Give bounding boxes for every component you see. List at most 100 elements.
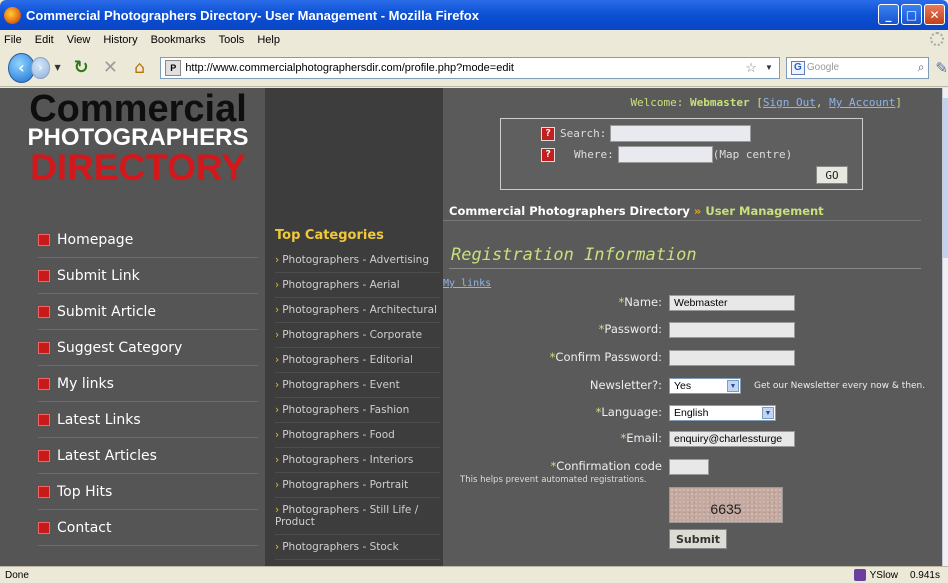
scrollbar-thumb[interactable] (943, 98, 948, 258)
window-title: Commercial Photographers Directory- User… (26, 7, 479, 23)
name-label: *Name: (618, 295, 662, 309)
nav-submit-article[interactable]: Submit Article (38, 294, 258, 330)
vertical-scrollbar[interactable] (942, 88, 948, 566)
search-input[interactable] (610, 125, 752, 142)
my-account-link[interactable]: My Account (829, 96, 895, 109)
menu-edit[interactable]: Edit (35, 34, 54, 46)
forward-button[interactable]: › (30, 56, 51, 79)
status-text: Done (5, 569, 29, 581)
chevron-down-icon[interactable]: ▼ (727, 380, 739, 392)
category-link[interactable]: Photographers - Aerial (275, 273, 440, 298)
logo-line-commercial: Commercial (29, 88, 247, 130)
help-question-icon[interactable]: ? (541, 126, 555, 141)
category-link[interactable]: Photographers - Editorial (275, 348, 440, 373)
nav-bullet-icon (38, 233, 50, 246)
confirmation-code-label: *Confirmation code (550, 459, 662, 473)
edit-icon[interactable]: ✎ (935, 59, 948, 77)
email-label: *Email: (620, 431, 662, 445)
nav-my-links[interactable]: My links (38, 366, 258, 402)
password-label: *Password: (598, 322, 662, 336)
nav-top-hits[interactable]: Top Hits (38, 474, 258, 510)
welcome-prefix: Welcome: (630, 96, 684, 109)
logo-line-directory: DIRECTORY (30, 147, 246, 188)
newsletter-select[interactable]: Yes ▼ (669, 378, 741, 394)
category-link[interactable]: Photographers - Portrait (275, 473, 440, 498)
submit-button[interactable]: Submit (669, 529, 727, 549)
throbber-icon (930, 32, 944, 46)
sign-out-link[interactable]: Sign Out (763, 96, 816, 109)
newsletter-label: Newsletter?: (589, 378, 662, 392)
google-engine-icon[interactable]: G (790, 60, 805, 75)
email-row: *Email: enquiry@charlessturge (443, 431, 942, 451)
page-title: Registration Information (451, 245, 697, 265)
category-link[interactable]: Photographers - Fashion (275, 398, 440, 423)
close-button[interactable]: ✕ (924, 4, 945, 25)
category-link[interactable]: Photographers - Corporate (275, 323, 440, 348)
yslow-icon (853, 569, 866, 581)
load-time: 0.941s (909, 569, 940, 581)
search-placeholder: Google (806, 62, 840, 73)
category-link[interactable]: Photographers - Event (275, 373, 440, 398)
category-link[interactable]: Photographers - Still Life / Product (275, 498, 440, 535)
search-engine-box[interactable]: G Google ⌕ (785, 56, 930, 79)
menu-view[interactable]: View (67, 34, 91, 46)
bookmark-star-icon[interactable]: ☆ (745, 60, 757, 76)
menu-bookmarks[interactable]: Bookmarks (151, 34, 206, 46)
breadcrumb-separator: » (693, 204, 702, 218)
magnifier-icon[interactable]: ⌕ (918, 60, 925, 75)
help-question-icon[interactable]: ? (541, 147, 555, 162)
site-search-panel: ? Search: ? Where: (Map centre) GO (500, 118, 863, 190)
history-dropdown-icon[interactable]: ▼ (54, 63, 60, 72)
search-label: Search: (560, 127, 607, 140)
nav-latest-articles[interactable]: Latest Articles (38, 438, 258, 474)
status-bar: Done YSlow 0.941s (0, 566, 948, 583)
category-link[interactable]: Photographers - Food (275, 423, 440, 448)
divider (449, 268, 921, 269)
menu-tools[interactable]: Tools (219, 34, 245, 46)
menu-history[interactable]: History (103, 34, 137, 46)
where-input[interactable] (617, 146, 713, 163)
nav-homepage[interactable]: Homepage (38, 222, 258, 258)
yslow-indicator[interactable]: YSlow (853, 569, 898, 581)
navigation-toolbar: ‹ › ▼ ↻ ✕ ⌂ P http://www.commercialphoto… (0, 49, 948, 87)
welcome-bar: Welcome: Webmaster [Sign Out, My Account… (630, 96, 902, 109)
menu-file[interactable]: File (4, 34, 22, 46)
home-icon[interactable]: ⌂ (129, 56, 150, 80)
reload-icon[interactable]: ↻ (71, 56, 92, 80)
menu-help[interactable]: Help (257, 34, 280, 46)
nav-contact[interactable]: Contact (38, 510, 258, 546)
stop-icon[interactable]: ✕ (100, 56, 121, 80)
my-links-link[interactable]: My links (443, 278, 491, 289)
nav-latest-links[interactable]: Latest Links (38, 402, 258, 438)
captcha-image: 6635 (669, 487, 783, 523)
url-bar[interactable]: P http://www.commercialphotographersdir.… (160, 56, 780, 79)
email-field[interactable]: enquiry@charlessturge (669, 431, 795, 447)
confirm-password-field[interactable] (669, 350, 795, 366)
nav-bullet-icon (38, 341, 50, 354)
nav-bullet-icon (38, 377, 50, 390)
breadcrumb-home[interactable]: Commercial Photographers Directory (449, 204, 690, 218)
site-logo[interactable]: Commercial PHOTOGRAPHERS DIRECTORY (18, 90, 258, 186)
minimize-button[interactable]: _ (878, 4, 899, 25)
category-link[interactable]: Photographers - Architectural (275, 298, 440, 323)
category-link[interactable]: Photographers - Interiors (275, 448, 440, 473)
search-row: ? Search: (541, 125, 752, 142)
nav-submit-link[interactable]: Submit Link (38, 258, 258, 294)
language-select[interactable]: English ▼ (669, 405, 776, 421)
password-field[interactable] (669, 322, 795, 338)
map-centre-note: (Map centre) (712, 148, 793, 161)
category-link[interactable]: Photographers - Advertising (275, 248, 440, 273)
name-field[interactable]: Webmaster (669, 295, 795, 311)
category-link[interactable]: Photographers - Stock (275, 535, 440, 560)
go-button[interactable]: GO (816, 166, 848, 184)
nav-bullet-icon (38, 269, 50, 282)
confirmation-code-field[interactable] (669, 459, 709, 475)
divider (443, 220, 921, 221)
nav-bullet-icon (38, 413, 50, 426)
chevron-down-icon[interactable]: ▼ (762, 407, 774, 419)
url-dropdown-icon[interactable]: ▼ (765, 63, 773, 72)
language-label: *Language: (595, 405, 662, 419)
maximize-button[interactable]: □ (901, 4, 922, 25)
nav-suggest-category[interactable]: Suggest Category (38, 330, 258, 366)
nav-bullet-icon (38, 485, 50, 498)
